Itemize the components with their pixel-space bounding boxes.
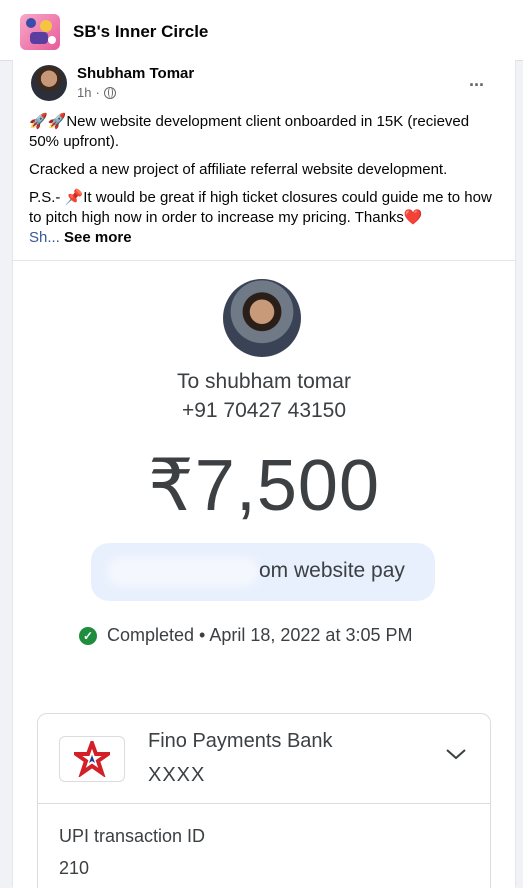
- author-avatar[interactable]: [31, 65, 67, 101]
- post-body: 🚀🚀New website development client onboard…: [29, 112, 499, 248]
- chevron-down-icon[interactable]: [444, 746, 468, 762]
- upi-id-label: UPI transaction ID: [59, 826, 206, 846]
- globe-icon: [103, 86, 116, 99]
- star-icon: [74, 741, 110, 777]
- truncated-text: Sh...: [29, 229, 60, 246]
- payee-phone: +91 70427 43150: [181, 399, 347, 422]
- payment-status-text: Completed • April 18, 2022 at 3:05 PM: [107, 625, 413, 645]
- payment-note-text: om website pay: [259, 559, 405, 582]
- see-more-link[interactable]: See more: [64, 229, 132, 246]
- bank-card: Fino Payments Bank XXXX UPI transaction …: [37, 713, 491, 888]
- post-line-1: 🚀🚀New website development client onboard…: [29, 113, 470, 150]
- divider: [38, 803, 490, 804]
- group-avatar[interactable]: [20, 14, 60, 50]
- upi-id-value: 210: [59, 858, 90, 878]
- post-time[interactable]: 1h: [77, 85, 91, 100]
- payee-avatar: [223, 279, 301, 357]
- post-line-3: P.S.- 📌It would be great if high ticket …: [29, 189, 492, 246]
- author-name[interactable]: Shubham Tomar: [77, 65, 194, 82]
- payment-status: ✓ Completed • April 18, 2022 at 3:05 PM: [79, 625, 412, 646]
- payment-screenshot[interactable]: To shubham tomar +91 70427 43150 ₹7,500 …: [13, 260, 515, 888]
- check-circle-icon: ✓: [79, 626, 97, 645]
- bank-name: Fino Payments Bank: [148, 730, 333, 752]
- post-meta: 1h ·: [77, 85, 116, 100]
- group-name[interactable]: SB's Inner Circle: [73, 22, 208, 42]
- more-options-button[interactable]: ...: [469, 70, 484, 91]
- post-line-2: Cracked a new project of affiliate refer…: [29, 161, 448, 178]
- bank-account: XXXX: [148, 764, 206, 786]
- payment-note: om website pay: [91, 543, 435, 601]
- payment-amount: ₹7,500: [148, 446, 380, 526]
- post-card: Shubham Tomar 1h · ... 🚀🚀New website dev…: [12, 60, 516, 888]
- bank-logo: [59, 736, 125, 782]
- payee-name: To shubham tomar: [177, 370, 351, 393]
- blurred-text: [113, 563, 253, 581]
- group-header: SB's Inner Circle: [0, 0, 523, 61]
